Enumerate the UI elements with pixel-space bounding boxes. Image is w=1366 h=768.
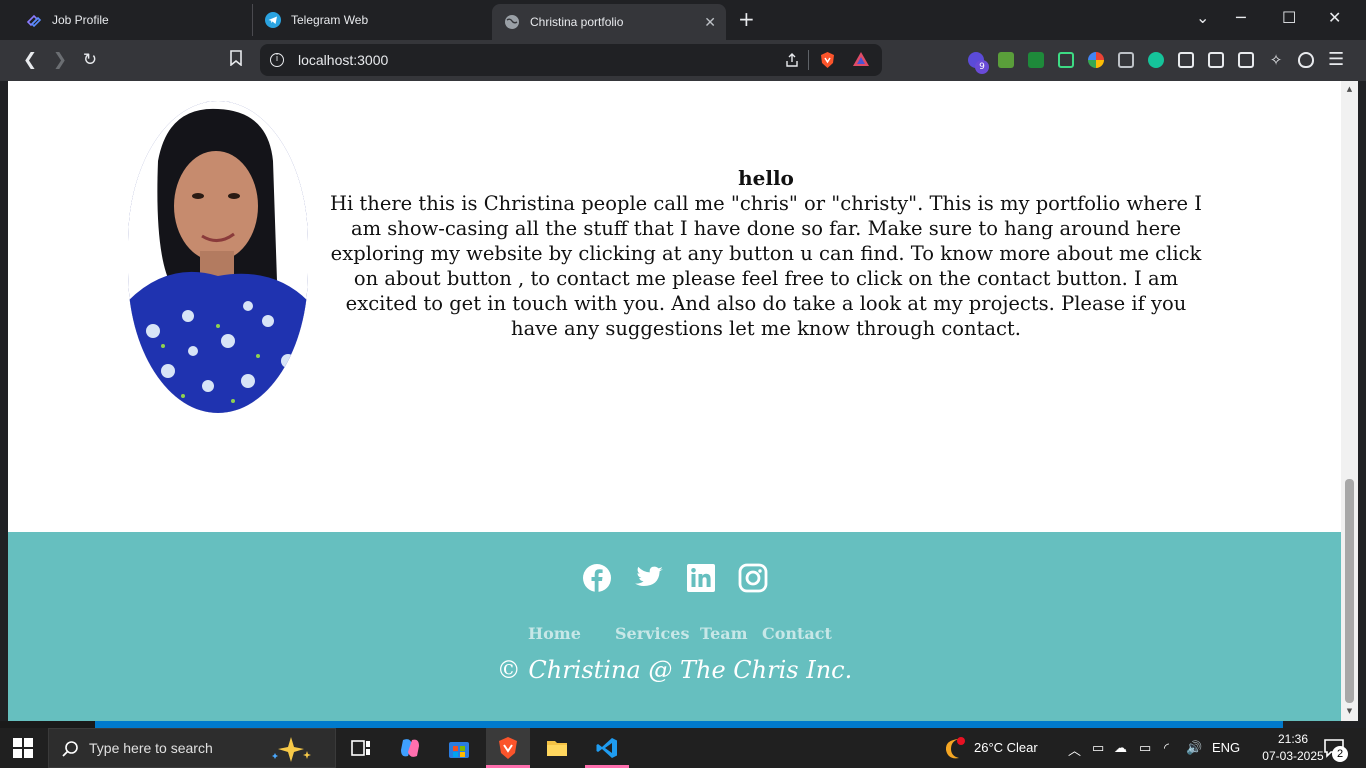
task-view-icon[interactable] — [349, 736, 373, 760]
twitter-icon[interactable] — [634, 563, 664, 593]
search-icon — [62, 741, 78, 757]
back-icon[interactable]: ❮ — [20, 50, 40, 70]
clock-date: 07-03-2025 — [1262, 749, 1324, 763]
taskbar-search-box[interactable]: Type here to search — [48, 728, 336, 768]
tab-title: Telegram Web — [291, 13, 369, 27]
battery-icon[interactable]: ▭ — [1139, 740, 1151, 756]
reader-icon[interactable] — [1118, 52, 1134, 68]
tab-title: Christina portfolio — [530, 15, 624, 29]
telegram-icon — [265, 12, 281, 28]
about-text: Hi there this is Christina people call m… — [329, 192, 1202, 340]
share-icon[interactable] — [784, 52, 800, 68]
tab-telegram[interactable]: Telegram Web — [252, 4, 490, 36]
file-explorer-icon[interactable] — [545, 736, 569, 760]
tab-job-profile[interactable]: Job Profile — [14, 4, 250, 36]
tab-search-chevron-icon[interactable]: ⌄ — [1196, 8, 1209, 27]
taskbar-clock[interactable]: 21:36 07-03-2025 — [1258, 731, 1328, 765]
background-window-strip — [0, 721, 95, 728]
notification-count-badge: 2 — [1332, 746, 1348, 762]
leo-ai-icon[interactable]: ✧ — [1268, 52, 1284, 68]
close-tab-icon[interactable]: ✕ — [704, 14, 716, 31]
globe-icon — [505, 15, 519, 29]
vpn-shield-icon[interactable] — [1298, 52, 1314, 68]
tab-christina-portfolio[interactable]: Christina portfolio ✕ — [492, 4, 726, 40]
bookmark-icon[interactable] — [226, 50, 246, 71]
footer-link-services[interactable]: Services — [615, 624, 689, 643]
tab-title: Job Profile — [52, 13, 109, 27]
sidebar-icon[interactable] — [1208, 52, 1224, 68]
clock-time: 21:36 — [1277, 732, 1309, 746]
extensions-puzzle-icon[interactable] — [1178, 52, 1194, 68]
windows-start-icon[interactable] — [13, 738, 33, 758]
extension-badge: 9 — [975, 60, 989, 74]
page-scrollbar[interactable]: ▲ ▼ — [1341, 81, 1358, 721]
profile-photo — [128, 101, 308, 413]
brave-browser-icon[interactable] — [496, 736, 520, 760]
vscode-icon[interactable] — [595, 736, 619, 760]
grammarly-icon[interactable] — [1148, 52, 1164, 68]
new-tab-icon[interactable]: + — [738, 8, 755, 30]
copilot-sparkle-icon — [272, 737, 311, 762]
meet-now-icon[interactable]: ▭ — [1092, 740, 1104, 756]
instagram-icon[interactable] — [738, 563, 768, 593]
weather-text[interactable]: 26°C Clear — [974, 740, 1038, 755]
scroll-up-icon[interactable]: ▲ — [1345, 85, 1354, 93]
footer: Home Services Team Contact © Christina @… — [8, 532, 1341, 721]
onedrive-cloud-icon[interactable]: ☁ — [1114, 740, 1127, 756]
about-heading: hello — [738, 166, 794, 190]
minimize-icon[interactable]: ─ — [1236, 8, 1246, 27]
divider — [808, 50, 809, 70]
windows-taskbar: Type here to search 26°C Clear ︿ ▭ ☁ ▭ ◜… — [0, 728, 1366, 768]
browser-toolbar: ❮ ❯ ↻ i localhost:3000 9 ✧ ☰ — [0, 40, 1366, 81]
weather-moon-icon[interactable] — [943, 736, 967, 760]
brave-rewards-icon[interactable] — [852, 51, 870, 67]
scroll-down-icon[interactable]: ▼ — [1345, 707, 1354, 715]
about-section: hello Hi there this is Christina people … — [326, 166, 1206, 341]
url-text: localhost:3000 — [298, 52, 389, 68]
copilot-icon[interactable] — [398, 736, 422, 760]
browser-titlebar: Job Profile Telegram Web Christina portf… — [0, 0, 1366, 40]
page-viewport: hello Hi there this is Christina people … — [8, 81, 1341, 721]
footer-link-contact[interactable]: Contact — [762, 624, 832, 643]
scrollbar-thumb[interactable] — [1345, 479, 1354, 703]
show-hidden-icons-icon[interactable]: ︿ — [1068, 740, 1081, 759]
forward-icon[interactable]: ❯ — [50, 50, 70, 70]
site-info-icon[interactable]: i — [270, 53, 284, 67]
facebook-icon[interactable] — [582, 563, 612, 593]
footer-link-home[interactable]: Home — [528, 624, 581, 643]
color-extension-icon[interactable] — [1088, 52, 1104, 68]
menu-icon[interactable]: ☰ — [1328, 51, 1344, 69]
linkedin-icon[interactable] — [686, 563, 716, 593]
maximize-icon[interactable]: ☐ — [1282, 8, 1296, 27]
language-indicator[interactable]: ENG — [1212, 740, 1240, 755]
copyright: © Christina @ The Chris Inc. — [496, 656, 853, 684]
microsoft-store-icon[interactable] — [447, 736, 471, 760]
volume-icon[interactable]: 🔊 — [1186, 740, 1202, 756]
vscode-statusbar-peek — [95, 721, 1283, 728]
wifi-icon[interactable]: ◜ — [1164, 740, 1169, 756]
address-bar[interactable]: i localhost:3000 — [260, 44, 882, 76]
wallet-icon[interactable] — [1238, 52, 1254, 68]
close-window-icon[interactable]: ✕ — [1328, 8, 1341, 27]
leaf-extension-icon[interactable] — [1028, 52, 1044, 68]
tree-extension-icon[interactable] — [998, 52, 1014, 68]
reload-icon[interactable]: ↻ — [80, 50, 100, 70]
video-extension-icon[interactable] — [1058, 52, 1074, 68]
search-placeholder: Type here to search — [89, 740, 213, 756]
brave-shields-icon[interactable] — [819, 51, 836, 69]
footer-link-team[interactable]: Team — [700, 624, 748, 643]
job-profile-icon — [26, 14, 42, 28]
